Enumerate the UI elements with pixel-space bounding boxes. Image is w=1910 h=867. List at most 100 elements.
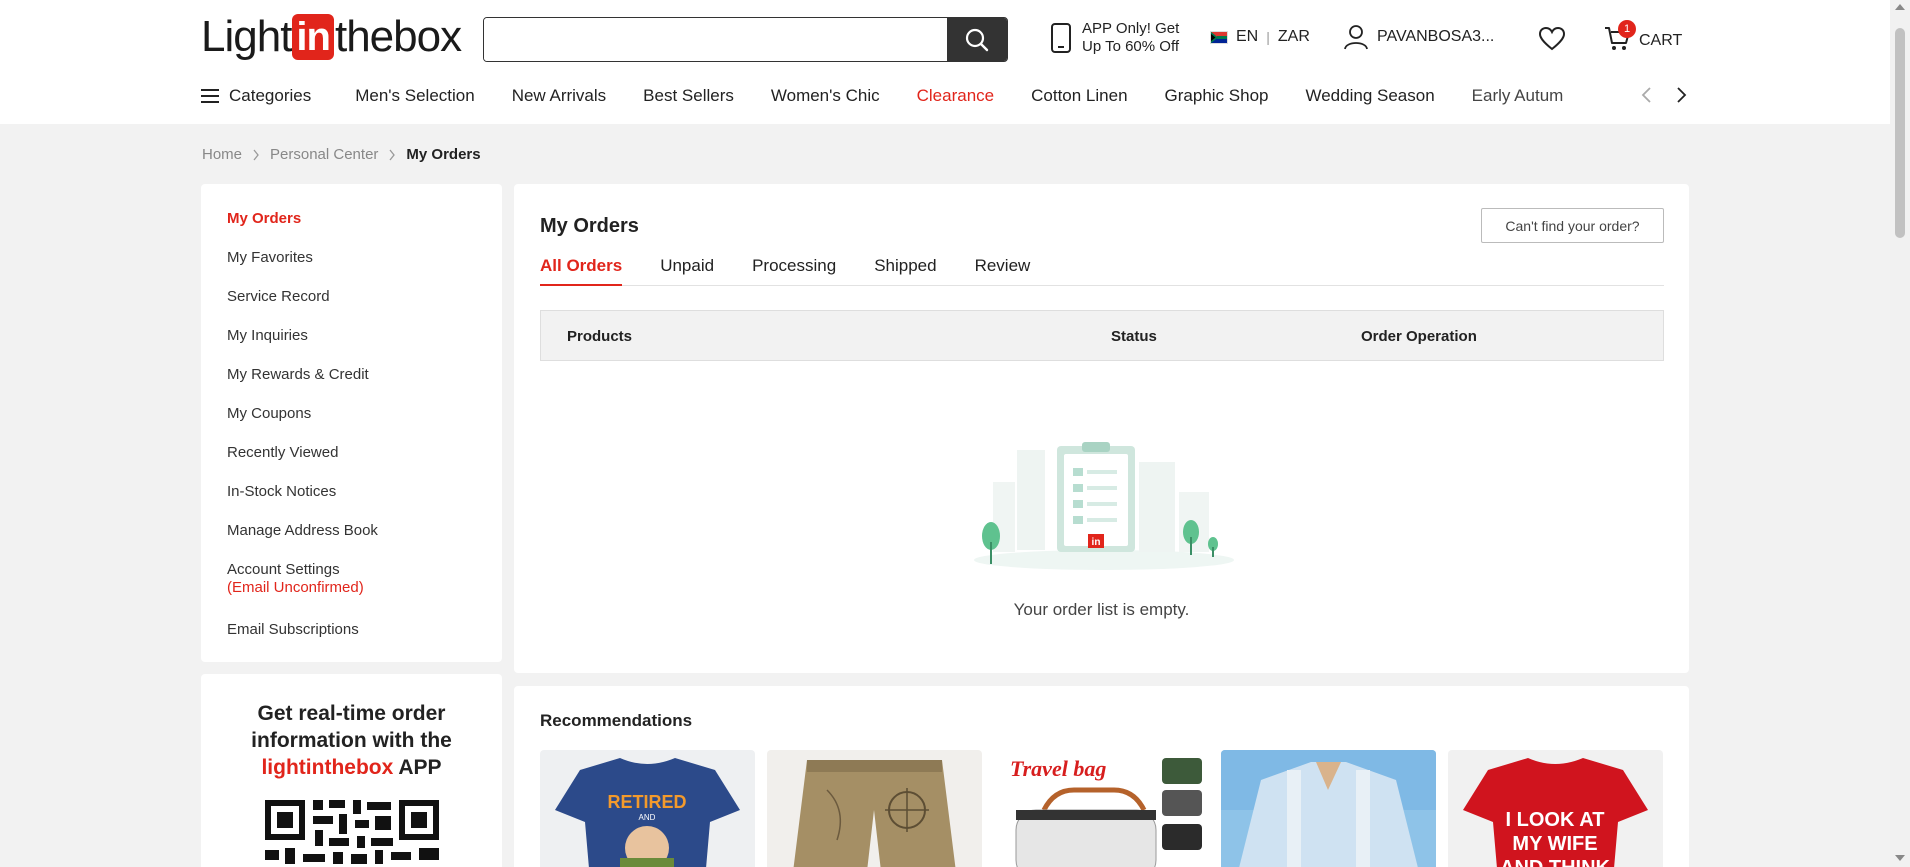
page-title: My Orders — [540, 215, 639, 237]
app-box-line2: information with the — [251, 729, 452, 752]
sidebar-item-email-subscriptions[interactable]: Email Subscriptions — [227, 621, 502, 660]
product-card-striped-shirt[interactable] — [1221, 750, 1436, 867]
sidebar-item-recently-viewed[interactable]: Recently Viewed — [227, 444, 502, 483]
sidebar-item-address-book[interactable]: Manage Address Book — [227, 522, 502, 561]
south-africa-flag-icon — [1210, 30, 1228, 44]
app-box-line1: Get real-time order — [257, 702, 446, 725]
wishlist-button[interactable] — [1538, 26, 1566, 57]
app-download-box: Get real-time order information with the… — [201, 674, 502, 867]
app-box-line3: lightinthebox APP — [201, 754, 502, 781]
nav-item-graphic-shop[interactable]: Graphic Shop — [1165, 86, 1269, 106]
main-nav: Categories Men's Selection New Arrivals … — [201, 80, 1688, 112]
column-order-operation: Order Operation — [1361, 328, 1477, 345]
tshirt-icon: I LOOK AT MY WIFE AND THINK — [1463, 758, 1648, 867]
shirt-icon — [1221, 750, 1436, 867]
site-header: Light in thebox APP Only! Get Up To 60% Of… — [0, 0, 1890, 124]
hamburger-icon — [201, 89, 219, 103]
nav-item-early-autumn[interactable]: Early Autum — [1472, 86, 1564, 106]
logo-text-post: thebox — [334, 12, 462, 61]
categories-label: Categories — [229, 86, 312, 105]
categories-menu[interactable]: Categories — [201, 86, 311, 106]
app-promo-line1: APP Only! Get — [1082, 20, 1180, 37]
scroll-down-arrow-icon[interactable] — [1895, 855, 1905, 861]
product-card-travel-bag[interactable]: Travel bag — [994, 750, 1209, 867]
language-label: EN — [1236, 28, 1259, 45]
username-label: PAVANBOSA3... — [1377, 28, 1495, 45]
lang-separator: | — [1266, 29, 1270, 45]
orders-table-header: Products Status Order Operation — [540, 310, 1664, 361]
red-tshirt-caption-1: I LOOK AT — [1506, 809, 1605, 831]
svg-text:in: in — [1092, 537, 1101, 548]
account-menu[interactable]: PAVANBOSA3... — [1343, 24, 1494, 50]
tab-shipped[interactable]: Shipped — [874, 254, 936, 286]
recommendations-panel: Recommendations RETIRED AND Travel bag I… — [514, 686, 1689, 867]
product-card-compass-shorts[interactable] — [767, 750, 982, 867]
language-currency-selector[interactable]: EN | ZAR — [1210, 28, 1310, 46]
orders-panel: My Orders Can't find your order? All Ord… — [514, 184, 1689, 673]
tab-unpaid[interactable]: Unpaid — [660, 254, 714, 286]
search-icon — [965, 28, 989, 51]
cart-button[interactable]: 1 CART — [1603, 20, 1683, 57]
breadcrumb-personal-center[interactable]: Personal Center — [270, 146, 378, 163]
column-status: Status — [1111, 328, 1157, 345]
page-scrollbar[interactable] — [1890, 0, 1910, 867]
sidebar-item-account-settings[interactable]: Account Settings (Email Unconfirmed) — [227, 561, 502, 621]
heart-icon — [1538, 26, 1566, 51]
nav-item-best-sellers[interactable]: Best Sellers — [643, 86, 734, 106]
red-tshirt-caption-3: AND THINK — [1500, 857, 1611, 867]
nav-item-wedding-season[interactable]: Wedding Season — [1305, 86, 1434, 106]
app-promo[interactable]: APP Only! Get Up To 60% Off — [1050, 20, 1179, 56]
cart-label: CART — [1639, 31, 1683, 49]
tab-all-orders[interactable]: All Orders — [540, 254, 623, 286]
chevron-left-icon[interactable] — [1640, 86, 1652, 104]
app-box-brand: lightinthebox — [261, 756, 394, 779]
sidebar-item-my-orders[interactable]: My Orders — [227, 210, 502, 249]
sidebar-item-my-favorites[interactable]: My Favorites — [227, 249, 502, 288]
retired-caption: RETIRED — [607, 792, 686, 812]
phone-icon — [1051, 23, 1071, 53]
sidebar-item-in-stock-notices[interactable]: In-Stock Notices — [227, 483, 502, 522]
shorts-icon — [793, 760, 956, 867]
recommendations-title: Recommendations — [540, 711, 693, 730]
red-tshirt-caption-2: MY WIFE — [1512, 833, 1597, 855]
tshirt-icon: RETIRED AND — [555, 758, 740, 867]
breadcrumb-home[interactable]: Home — [202, 146, 242, 163]
email-unconfirmed-warning: (Email Unconfirmed) — [227, 579, 364, 596]
tab-processing[interactable]: Processing — [752, 254, 836, 286]
sidebar-item-rewards-credit[interactable]: My Rewards & Credit — [227, 366, 502, 405]
product-card-retired-tshirt[interactable]: RETIRED AND — [540, 750, 755, 867]
empty-orders-illustration-icon: in — [974, 442, 1234, 570]
sidebar-item-my-inquiries[interactable]: My Inquiries — [227, 327, 502, 366]
search-input[interactable] — [484, 18, 948, 61]
cart-count-badge: 1 — [1618, 20, 1636, 38]
chevron-right-icon[interactable] — [1676, 86, 1688, 104]
sidebar-item-my-coupons[interactable]: My Coupons — [227, 405, 502, 444]
user-icon — [1344, 25, 1368, 50]
nav-item-womens-chic[interactable]: Women's Chic — [771, 86, 880, 106]
app-promo-line2: Up To 60% Off — [1082, 38, 1180, 55]
column-products: Products — [567, 328, 633, 345]
cant-find-order-button[interactable]: Can't find your order? — [1481, 208, 1664, 243]
nav-item-clearance[interactable]: Clearance — [917, 86, 995, 106]
tab-review[interactable]: Review — [975, 254, 1031, 286]
chevron-right-icon — [389, 149, 396, 160]
recommendation-cards: RETIRED AND Travel bag I LOOK AT MY WIFE — [540, 750, 1663, 867]
scrollbar-thumb[interactable] — [1895, 28, 1905, 238]
logo-text-pre: Light — [201, 12, 292, 61]
nav-item-new-arrivals[interactable]: New Arrivals — [512, 86, 606, 106]
breadcrumb: Home Personal Center My Orders — [202, 146, 481, 163]
site-logo[interactable]: Light in thebox — [201, 12, 462, 61]
search-button[interactable] — [947, 18, 1007, 61]
travel-bag-caption: Travel bag — [1010, 756, 1106, 781]
nav-item-cotton-linen[interactable]: Cotton Linen — [1031, 86, 1127, 106]
bag-icon: Travel bag — [1010, 756, 1202, 867]
nav-item-mens-selection[interactable]: Men's Selection — [355, 86, 474, 106]
currency-label: ZAR — [1277, 28, 1310, 45]
nav-arrows — [1640, 86, 1688, 104]
app-box-app: APP — [393, 756, 442, 779]
scroll-up-arrow-icon[interactable] — [1895, 4, 1905, 10]
empty-orders-message: Your order list is empty. — [1013, 600, 1190, 619]
sidebar-item-service-record[interactable]: Service Record — [227, 288, 502, 327]
breadcrumb-current: My Orders — [406, 146, 481, 163]
product-card-red-tshirt[interactable]: I LOOK AT MY WIFE AND THINK — [1448, 750, 1663, 867]
